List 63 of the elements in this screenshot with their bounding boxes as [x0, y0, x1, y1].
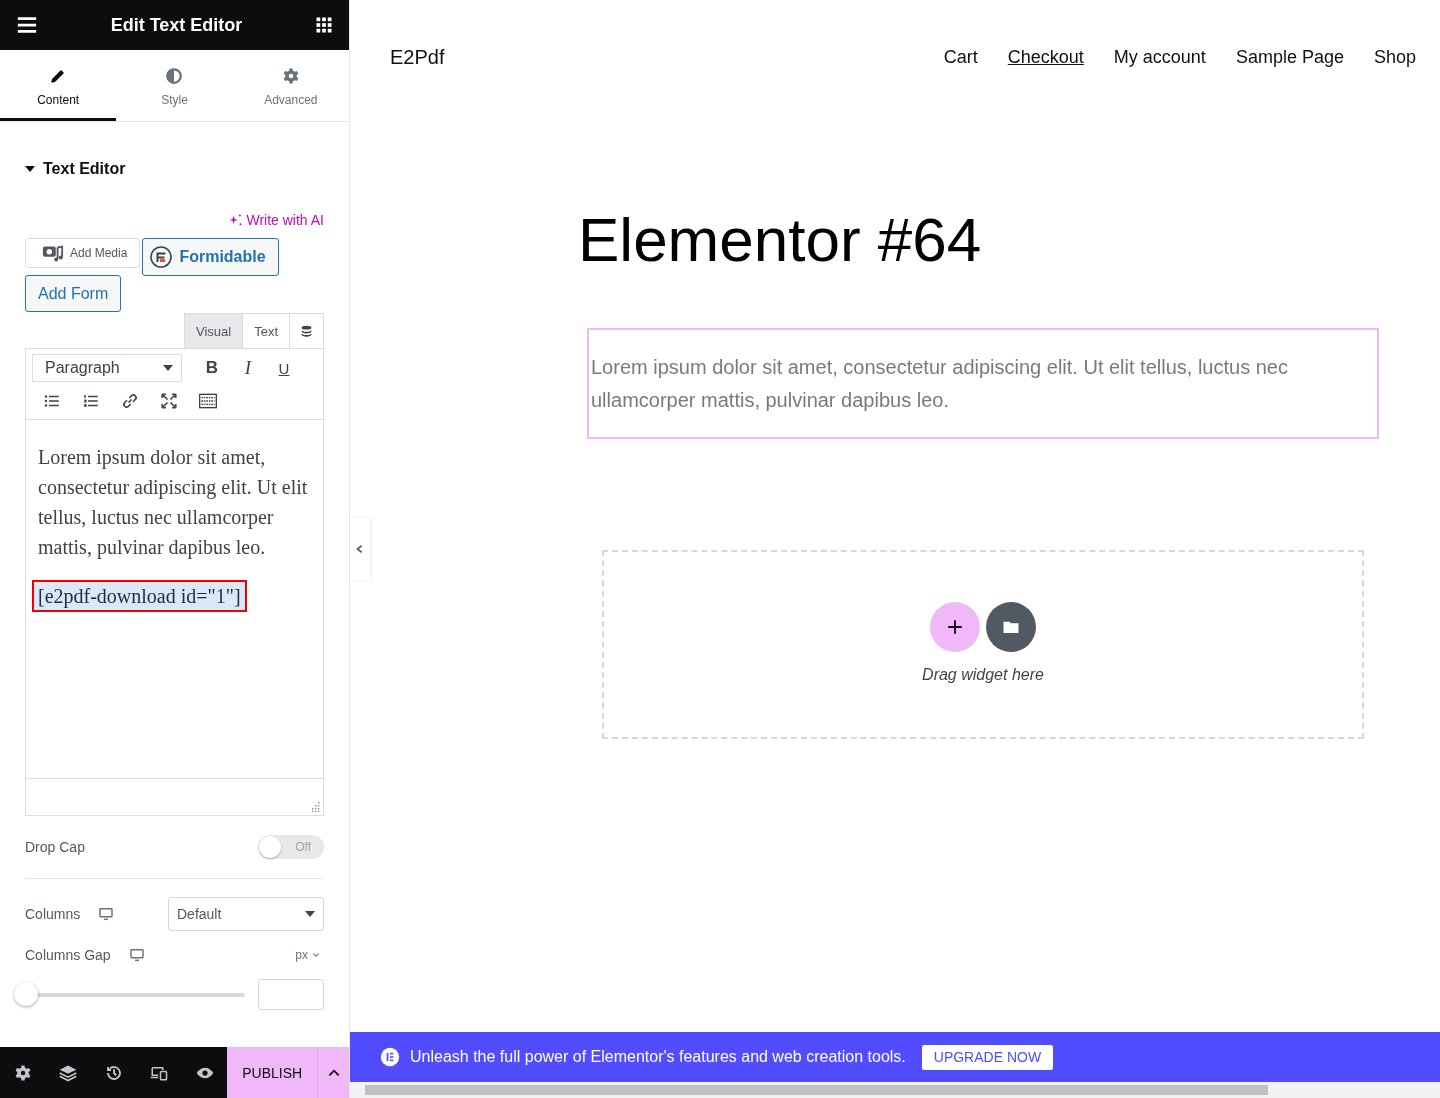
columns-gap-input[interactable]: [258, 979, 324, 1010]
publish-button[interactable]: PUBLISH: [227, 1047, 318, 1098]
contrast-icon: [165, 66, 184, 85]
columns-gap-slider[interactable]: [13, 981, 245, 1008]
sparkle-icon: [228, 212, 244, 228]
banner-text: Unleash the full power of Elementor's features and web creation tools.: [410, 1048, 906, 1066]
form-logo-icon: [149, 245, 174, 269]
elementor-logo-icon: [380, 1047, 400, 1067]
add-form-button[interactable]: Add Form: [25, 275, 122, 312]
nav-link[interactable]: Shop: [1373, 47, 1416, 68]
resize-grip-icon[interactable]: [310, 802, 320, 812]
plus-icon: [946, 618, 964, 636]
monitor-icon: [128, 947, 145, 963]
gear-drawing: [13, 1063, 32, 1082]
editor-mode-tab[interactable]: Visual: [184, 314, 244, 348]
drop-hint: Drag widget here: [922, 666, 1044, 684]
panel-tab[interactable]: Style: [116, 50, 233, 121]
bullet-list-icon[interactable]: [42, 392, 61, 410]
columns-gap-label: Columns Gap: [25, 947, 111, 963]
hamburger-drawing: [16, 14, 38, 36]
keyboard-icon[interactable]: [197, 391, 218, 411]
panel-title: Edit Text Editor: [110, 14, 243, 36]
editor-paragraph: Lorem ipsum dolor sit amet, consectetur adipiscing elit. Ut elit tellus, luctus nec ullamcorper mattis, pulvinar dapibus leo.: [38, 445, 309, 561]
nav-link[interactable]: Checkout: [1007, 47, 1084, 68]
write-with-ai-link[interactable]: Write with AI: [228, 212, 324, 228]
add-section-button[interactable]: [930, 602, 980, 652]
add-media-button[interactable]: Add Media: [25, 238, 141, 268]
slider-handle[interactable]: [14, 981, 38, 1006]
format-button[interactable]: U: [268, 354, 300, 382]
upgrade-button[interactable]: UPGRADE NOW: [921, 1044, 1054, 1070]
database-drawing: [300, 324, 313, 338]
apps-grid-icon[interactable]: [315, 16, 333, 34]
unit-select[interactable]: px: [295, 948, 324, 962]
fullscreen-icon[interactable]: [159, 392, 178, 410]
formidable-button[interactable]: Formidable: [142, 238, 279, 276]
numbered-list-icon[interactable]: [81, 392, 100, 410]
text-editor[interactable]: Paragraph B I U Lorem ipsum dolor sit amet, consectetur adipiscing elit. Ut elit tellus, luctus nec ullamcorper mattis, pulvinar dapibus leo. [e2pdf-download id="1"]: [25, 348, 324, 816]
panel-tab[interactable]: Content: [0, 50, 117, 121]
monitor-icon: [98, 906, 115, 922]
panel-tab[interactable]: Advanced: [232, 50, 349, 121]
chevron-left-drawing: [355, 544, 365, 554]
link-icon[interactable]: [120, 392, 139, 410]
format-select[interactable]: Paragraph: [32, 354, 182, 382]
page-heading: Elementor #64: [578, 209, 983, 271]
text-widget[interactable]: Lorem ipsum dolor sit amet, consectetur adipiscing elit. Ut elit tellus, luctus nec ullamcorper mattis, pulvinar dapibus leo.: [587, 328, 1379, 439]
gear-icon: [281, 66, 300, 85]
columns-select[interactable]: Default: [168, 897, 324, 931]
format-button[interactable]: I: [232, 354, 264, 382]
nav-link[interactable]: Cart: [943, 47, 978, 68]
columns-label: Columns: [25, 906, 81, 922]
menu-icon[interactable]: [16, 14, 38, 36]
caret-icon[interactable]: [25, 166, 35, 172]
drop-cap-label: Drop Cap: [25, 839, 85, 855]
nav-link[interactable]: Sample Page: [1235, 47, 1344, 68]
chevron-down-icon: [312, 951, 320, 959]
horizontal-scrollbar[interactable]: [350, 1082, 1440, 1098]
format-button[interactable]: B: [196, 354, 228, 382]
section-title[interactable]: Text Editor: [43, 160, 126, 178]
history-drawing: [104, 1063, 123, 1082]
shortcode-text: [e2pdf-download id="1"]: [32, 580, 247, 612]
template-library-button[interactable]: [986, 602, 1036, 652]
site-title[interactable]: E2Pdf: [390, 46, 445, 69]
nav-link[interactable]: My account: [1113, 47, 1206, 68]
